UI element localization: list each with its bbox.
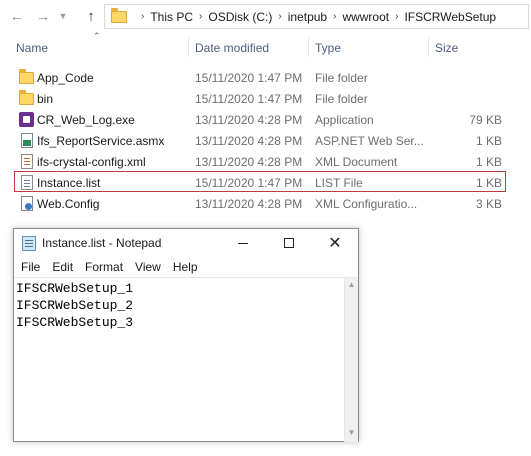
chevron-right-icon[interactable]: › xyxy=(199,11,202,22)
menu-bar: File Edit Format View Help xyxy=(14,257,358,277)
window-title: Instance.list - Notepad xyxy=(42,236,162,250)
file-row[interactable]: Ifs_ReportService.asmx 13/11/2020 4:28 P… xyxy=(14,129,506,150)
application-icon xyxy=(19,112,34,127)
close-icon: ✕ xyxy=(328,235,342,252)
scroll-up-icon[interactable]: ▲ xyxy=(345,280,358,292)
column-header-date[interactable]: Date modified xyxy=(195,41,269,55)
menu-edit[interactable]: Edit xyxy=(47,257,78,277)
file-size: 1 KB xyxy=(475,134,502,148)
file-type: ASP.NET Web Ser... xyxy=(315,134,424,148)
column-divider[interactable] xyxy=(428,37,429,57)
file-size: 1 KB xyxy=(475,176,502,190)
asmx-file-icon xyxy=(21,133,33,148)
column-header-size[interactable]: Size xyxy=(435,41,458,55)
menu-format[interactable]: Format xyxy=(80,257,128,277)
notepad-window: Instance.list - Notepad ✕ File Edit Form… xyxy=(13,228,359,442)
file-row-instance-list-highlighted[interactable]: Instance.list 15/11/2020 1:47 PM LIST Fi… xyxy=(14,171,506,192)
file-name: Web.Config xyxy=(37,197,100,211)
file-name: App_Code xyxy=(37,71,94,85)
minimize-icon xyxy=(238,242,248,244)
breadcrumb-this-pc[interactable]: This PC xyxy=(150,10,193,24)
text-editor-area[interactable]: IFSCRWebSetup_1 IFSCRWebSetup_2 IFSCRWeb… xyxy=(14,277,358,442)
maximize-icon xyxy=(284,238,294,248)
column-header-type[interactable]: Type xyxy=(315,41,341,55)
up-arrow-icon[interactable]: ↑ xyxy=(80,5,102,27)
folder-icon xyxy=(19,90,34,105)
chevron-right-icon[interactable]: › xyxy=(333,11,336,22)
file-date: 15/11/2020 1:47 PM xyxy=(195,176,303,190)
menu-view[interactable]: View xyxy=(130,257,166,277)
notepad-title-bar[interactable]: Instance.list - Notepad ✕ xyxy=(14,229,358,257)
column-divider[interactable] xyxy=(188,37,189,57)
file-type: XML Configuratio... xyxy=(315,197,418,211)
folder-icon xyxy=(19,69,34,84)
column-header-name[interactable]: Name xyxy=(16,41,48,55)
column-divider[interactable] xyxy=(308,37,309,57)
column-header-row: Name ⌃ Date modified Type Size xyxy=(0,31,531,60)
file-size: 79 KB xyxy=(469,113,502,127)
file-date: 15/11/2020 1:47 PM xyxy=(195,92,303,106)
address-bar[interactable]: › This PC › OSDisk (C:) › inetpub › wwwr… xyxy=(104,4,529,29)
file-row[interactable]: Web.Config 13/11/2020 4:28 PM XML Config… xyxy=(14,192,506,213)
file-date: 13/11/2020 4:28 PM xyxy=(195,113,303,127)
minimize-button[interactable] xyxy=(220,229,266,257)
breadcrumb-inetpub[interactable]: inetpub xyxy=(288,10,327,24)
notepad-icon xyxy=(22,236,36,251)
editor-content[interactable]: IFSCRWebSetup_1 IFSCRWebSetup_2 IFSCRWeb… xyxy=(16,280,133,331)
close-button[interactable]: ✕ xyxy=(312,229,358,257)
file-date: 13/11/2020 4:28 PM xyxy=(195,134,303,148)
maximize-button[interactable] xyxy=(266,229,312,257)
file-name: ifs-crystal-config.xml xyxy=(37,155,146,169)
back-arrow-icon[interactable]: ← xyxy=(6,5,28,27)
recent-locations-chevron-icon[interactable]: ▼ xyxy=(56,5,70,27)
file-type: File folder xyxy=(315,71,368,85)
file-date: 13/11/2020 4:28 PM xyxy=(195,197,303,211)
file-row[interactable]: CR_Web_Log.exe 13/11/2020 4:28 PM Applic… xyxy=(14,108,506,129)
file-icon xyxy=(21,175,33,190)
forward-arrow-icon[interactable]: → xyxy=(32,5,54,27)
vertical-scrollbar[interactable]: ▲ ▼ xyxy=(344,278,358,442)
file-row[interactable]: App_Code 15/11/2020 1:47 PM File folder xyxy=(14,66,506,87)
file-name: Instance.list xyxy=(37,176,101,190)
file-type: Application xyxy=(315,113,374,127)
chevron-right-icon[interactable]: › xyxy=(278,11,281,22)
file-name: bin xyxy=(37,92,54,106)
breadcrumb-wwwroot[interactable]: wwwroot xyxy=(342,10,389,24)
breadcrumb-osdisk[interactable]: OSDisk (C:) xyxy=(208,10,272,24)
file-type: File folder xyxy=(315,92,368,106)
file-type: XML Document xyxy=(315,155,398,169)
xml-file-icon xyxy=(21,154,33,169)
chevron-right-icon[interactable]: › xyxy=(395,11,398,22)
folder-icon xyxy=(111,7,127,23)
file-type: LIST File xyxy=(315,176,363,190)
config-file-icon xyxy=(21,196,33,211)
scroll-down-icon[interactable]: ▼ xyxy=(345,428,358,440)
file-size: 3 KB xyxy=(475,197,502,211)
menu-help[interactable]: Help xyxy=(168,257,203,277)
file-row[interactable]: bin 15/11/2020 1:47 PM File folder xyxy=(14,87,506,108)
navigation-bar: ← → ▼ ↑ › This PC › OSDisk (C:) › inetpu… xyxy=(0,0,531,34)
file-date: 13/11/2020 4:28 PM xyxy=(195,155,303,169)
file-size: 1 KB xyxy=(475,155,502,169)
breadcrumb-ifscrwebsetup[interactable]: IFSCRWebSetup xyxy=(404,10,496,24)
menu-file[interactable]: File xyxy=(16,257,45,277)
file-name: Ifs_ReportService.asmx xyxy=(37,134,165,148)
file-name: CR_Web_Log.exe xyxy=(37,113,135,127)
sort-ascending-icon: ⌃ xyxy=(93,31,101,41)
file-row[interactable]: ifs-crystal-config.xml 13/11/2020 4:28 P… xyxy=(14,150,506,171)
chevron-right-icon[interactable]: › xyxy=(141,11,144,22)
file-date: 15/11/2020 1:47 PM xyxy=(195,71,303,85)
